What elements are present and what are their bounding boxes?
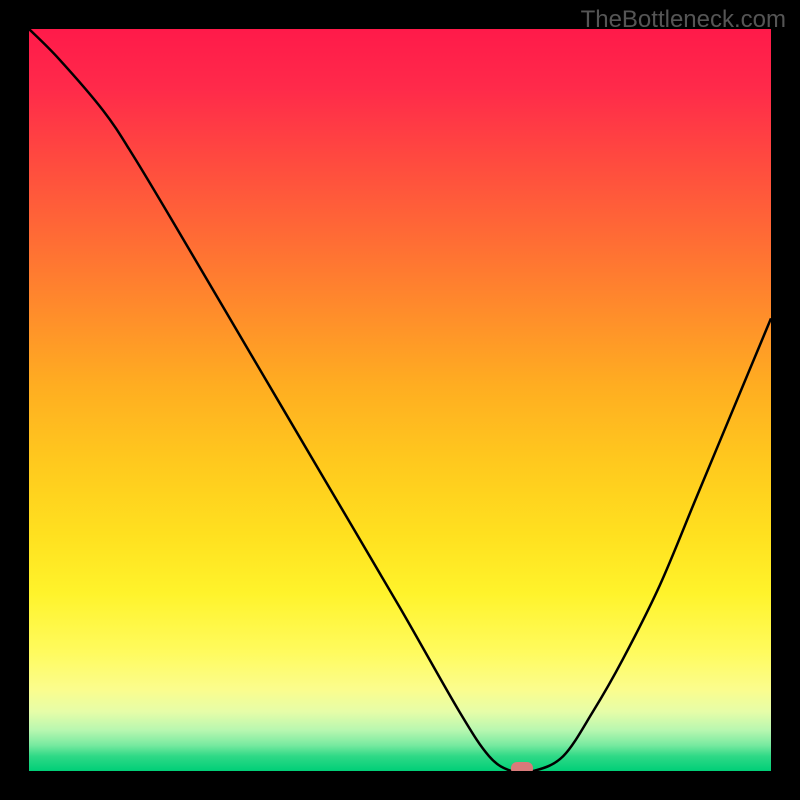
watermark-text: TheBottleneck.com xyxy=(581,6,786,34)
plot-area xyxy=(29,29,771,771)
bottleneck-curve xyxy=(29,29,771,771)
optimal-marker xyxy=(511,762,533,771)
